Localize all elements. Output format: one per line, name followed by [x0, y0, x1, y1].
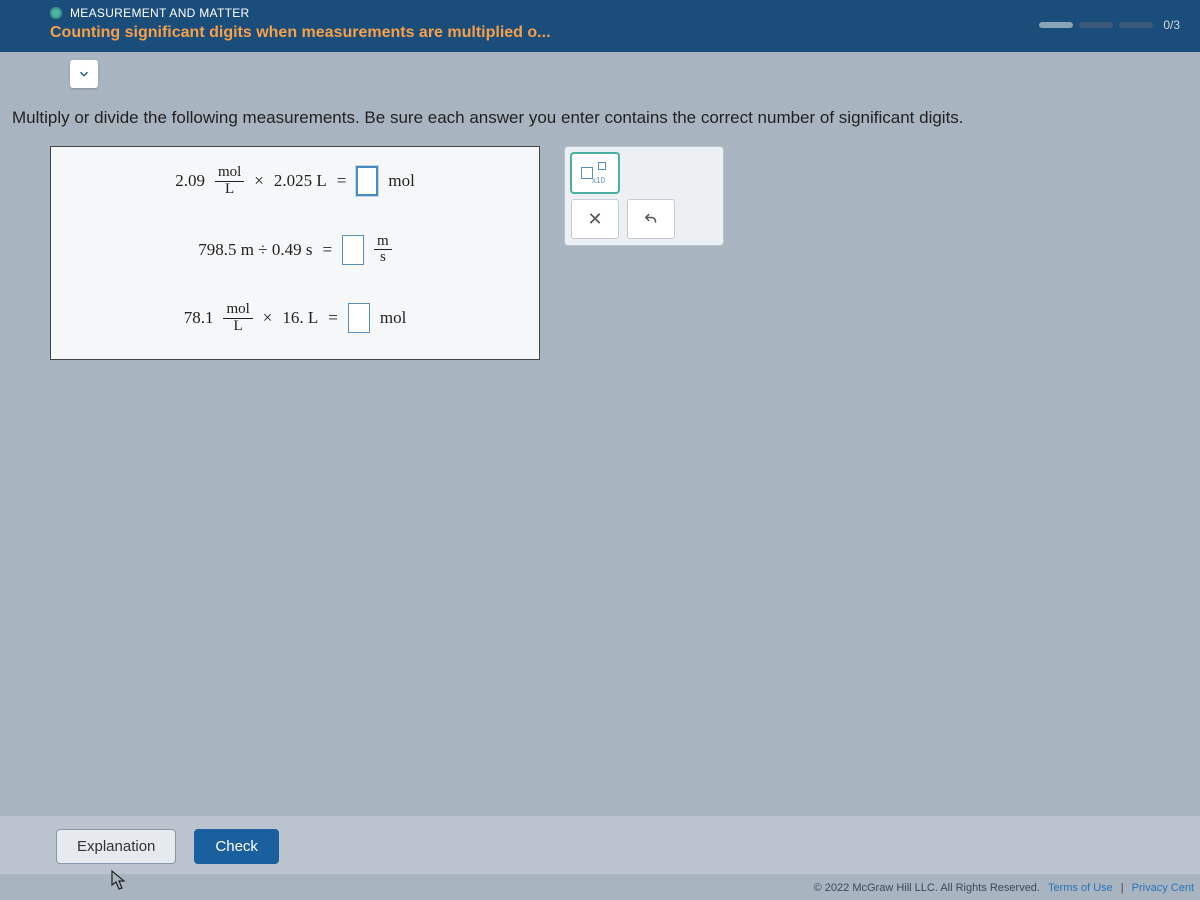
footer-bar: Explanation Check — [0, 816, 1200, 874]
equation-1: 2.09 mol L × 2.025 L = mol — [71, 165, 519, 198]
eq3-rhs: 16. L — [282, 308, 318, 328]
check-button[interactable]: Check — [194, 829, 279, 864]
eq2-answer-input[interactable] — [342, 235, 364, 265]
eq1-rhs: 2.025 L — [274, 171, 327, 191]
eq1-unit-fraction: mol L — [215, 165, 244, 198]
undo-icon — [642, 210, 660, 228]
eq3-equals: = — [328, 308, 338, 328]
copyright-text: © 2022 McGraw Hill LLC. All Rights Reser… — [814, 882, 1040, 894]
eq2-result-unit-fraction: m s — [374, 234, 392, 267]
keypad: x10 ✕ — [564, 146, 724, 246]
chevron-down-icon — [77, 67, 91, 81]
equation-3: 78.1 mol L × 16. L = mol — [71, 302, 519, 335]
eq1-result-unit: mol — [388, 171, 414, 191]
eq1-operator: × — [254, 171, 264, 191]
undo-key[interactable] — [627, 199, 675, 239]
eq2-equals: = — [322, 240, 332, 260]
terms-link[interactable]: Terms of Use — [1048, 882, 1113, 894]
eq2-lhs: 798.5 m ÷ 0.49 s — [198, 240, 312, 260]
cursor-icon — [110, 869, 128, 896]
category-label: MEASUREMENT AND MATTER — [70, 6, 250, 20]
page-title: Counting significant digits when measure… — [50, 24, 1188, 42]
explanation-button[interactable]: Explanation — [56, 829, 176, 864]
eq3-answer-input[interactable] — [348, 303, 370, 333]
equation-2: 798.5 m ÷ 0.49 s = m s — [71, 234, 519, 267]
eq1-answer-input[interactable] — [356, 166, 378, 196]
close-icon: ✕ — [587, 209, 602, 230]
privacy-link[interactable]: Privacy Cent — [1132, 882, 1194, 894]
eq3-operator: × — [263, 308, 273, 328]
eq1-coefficient: 2.09 — [175, 171, 205, 191]
instructions-text: Multiply or divide the following measure… — [0, 88, 1200, 146]
eq3-result-unit: mol — [380, 308, 406, 328]
clear-key[interactable]: ✕ — [571, 199, 619, 239]
status-dot-icon — [50, 7, 62, 19]
eq3-coefficient: 78.1 — [184, 308, 214, 328]
collapse-toggle[interactable] — [70, 60, 98, 88]
topbar: MEASUREMENT AND MATTER Counting signific… — [0, 0, 1200, 52]
eq1-equals: = — [337, 171, 347, 191]
eq3-unit-fraction: mol L — [223, 302, 252, 335]
legal-footer: © 2022 McGraw Hill LLC. All Rights Reser… — [814, 882, 1194, 894]
legal-divider: | — [1121, 882, 1124, 894]
progress-count: 0/3 — [1163, 18, 1180, 32]
equation-panel: 2.09 mol L × 2.025 L = mol 798.5 m ÷ 0.4… — [50, 146, 540, 360]
sci-notation-key[interactable]: x10 — [571, 153, 619, 193]
progress-bar: 0/3 — [1039, 18, 1180, 32]
